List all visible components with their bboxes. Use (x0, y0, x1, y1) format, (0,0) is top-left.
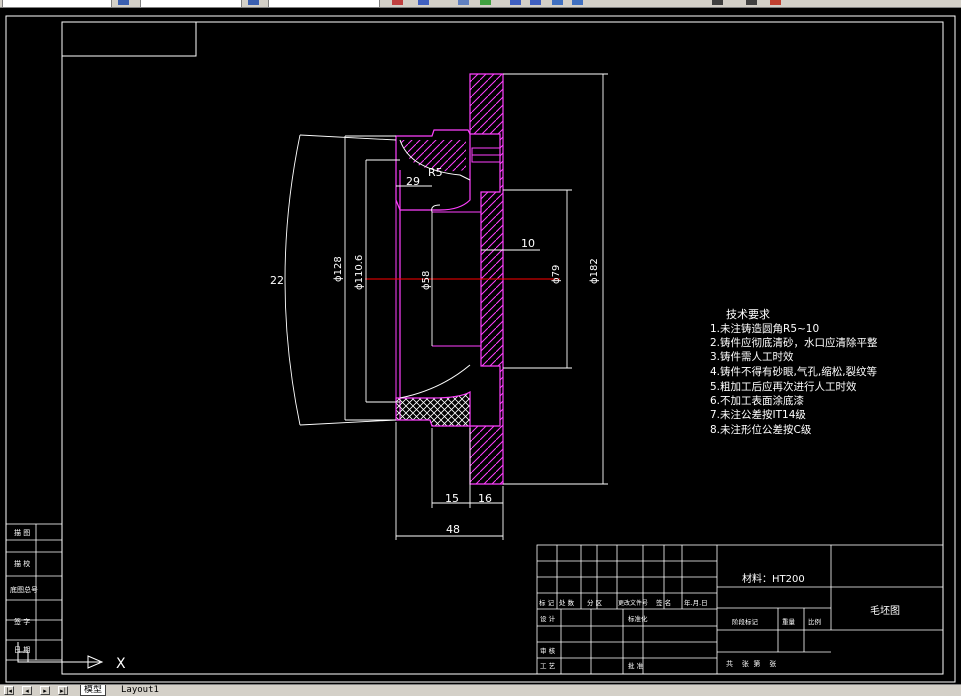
publish-icon[interactable] (770, 0, 781, 5)
dimension-labels: R5 29 22 ϕ128 ϕ110.6 ϕ58 10 ϕ79 ϕ182 15 … (270, 166, 600, 536)
layout-tab-bar: |◂ ◂ ▸ ▸| 模型 Layout1 (0, 684, 961, 696)
help-icon[interactable] (530, 0, 541, 5)
material-label: 材料：HT200 (742, 572, 805, 585)
tool-palette-icon[interactable] (510, 0, 521, 5)
linetype-icon[interactable] (248, 0, 259, 5)
side-label: 签 字 (14, 617, 30, 626)
dim-48: 48 (446, 523, 460, 536)
tb-review: 审 核 (540, 646, 556, 655)
tech-item: 6.不加工表面涂底漆 (710, 394, 805, 407)
tb-sheets: 共 张 第 张 (726, 659, 776, 668)
dim-10: 10 (521, 237, 535, 250)
tb-label: 更改文件号 (618, 599, 648, 607)
part-section (365, 73, 560, 485)
tb-label: 处 数 (559, 598, 575, 607)
tb-label: 签 名 (656, 598, 671, 607)
layer-combo[interactable] (2, 0, 112, 7)
tech-item: 4.铸件不得有砂眼,气孔,缩松,裂纹等 (710, 365, 878, 378)
ucs-icon (17, 642, 104, 669)
tech-item: 8.未注形位公差按C级 (710, 423, 812, 436)
arrow-icon[interactable] (712, 0, 723, 5)
tech-item: 1.未注铸造圆角R5~10 (710, 322, 819, 335)
prev-tab-button[interactable]: ◂ (22, 686, 32, 695)
tab-layout1[interactable]: Layout1 (118, 685, 162, 696)
tb-stage: 阶段标记 (732, 617, 759, 626)
corner-code-box (61, 21, 197, 57)
dim-22: 22 (270, 274, 284, 287)
tb-standardize: 标准化 (628, 614, 648, 623)
drawing-canvas[interactable]: R5 29 22 ϕ128 ϕ110.6 ϕ58 10 ϕ79 ϕ182 15 … (0, 8, 961, 684)
ucs-x-label: X (116, 656, 126, 672)
tab-model[interactable]: 模型 (80, 685, 107, 696)
layer-manager-icon[interactable] (118, 0, 129, 5)
tb-approve: 批 准 (628, 661, 644, 670)
tech-item: 3.铸件需人工时效 (710, 350, 794, 363)
tech-item: 5.粗加工后应再次进行人工时效 (710, 380, 857, 393)
tech-requirements: 技术要求 1.未注铸造圆角R5~10 2.铸件应彻底清砂，水口应清除平整 3.铸… (710, 308, 878, 436)
cad-drawing: R5 29 22 ϕ128 ϕ110.6 ϕ58 10 ϕ79 ϕ182 15 … (5, 15, 956, 683)
side-label: 描 图 (14, 528, 30, 537)
tb-weight: 重量 (782, 618, 796, 626)
linetype-combo[interactable] (268, 0, 380, 7)
tech-title: 技术要求 (726, 308, 770, 321)
print-icon[interactable] (572, 0, 583, 5)
lower-body-section (395, 390, 471, 427)
tb-label: 分 区 (587, 598, 603, 607)
zoom-icon[interactable] (418, 0, 429, 5)
tech-item: 7.未注公差按IT14级 (710, 408, 806, 421)
side-table-labels: 描 图 描 校 底图总号 签 字 日 期 (10, 528, 38, 654)
next-tab-button[interactable]: ▸ (40, 686, 50, 695)
color-combo[interactable] (140, 0, 242, 7)
dim-15: 15 (445, 492, 459, 505)
side-label: 描 校 (14, 559, 30, 568)
tb-scale: 比例 (808, 617, 821, 626)
dim-phi182: ϕ182 (589, 258, 600, 284)
drawing-name: 毛坯图 (870, 605, 900, 617)
tech-item: 2.铸件应彻底清砂，水口应清除平整 (710, 336, 878, 349)
pan-icon[interactable] (392, 0, 403, 5)
dim-16: 16 (478, 492, 492, 505)
properties-icon[interactable] (458, 0, 469, 5)
design-center-icon[interactable] (480, 0, 491, 5)
last-tab-button[interactable]: ▸| (58, 686, 68, 695)
dim-phi110: ϕ110.6 (354, 255, 365, 290)
tb-process: 工 艺 (540, 662, 556, 670)
side-label: 底图总号 (10, 585, 38, 594)
dim-phi58: ϕ58 (421, 271, 432, 290)
dim-phi79: ϕ79 (551, 265, 562, 284)
dim-r5: R5 (428, 166, 443, 179)
close-icon[interactable] (746, 0, 757, 5)
dim-29: 29 (406, 175, 420, 188)
dim-phi128: ϕ128 (333, 256, 344, 282)
tb-design: 设 计 (540, 614, 556, 623)
toolbar (0, 0, 961, 8)
tb-label: 年.月.日 (684, 598, 708, 607)
tb-label: 标 记 (539, 598, 555, 607)
save-icon[interactable] (552, 0, 563, 5)
first-tab-button[interactable]: |◂ (4, 686, 14, 695)
